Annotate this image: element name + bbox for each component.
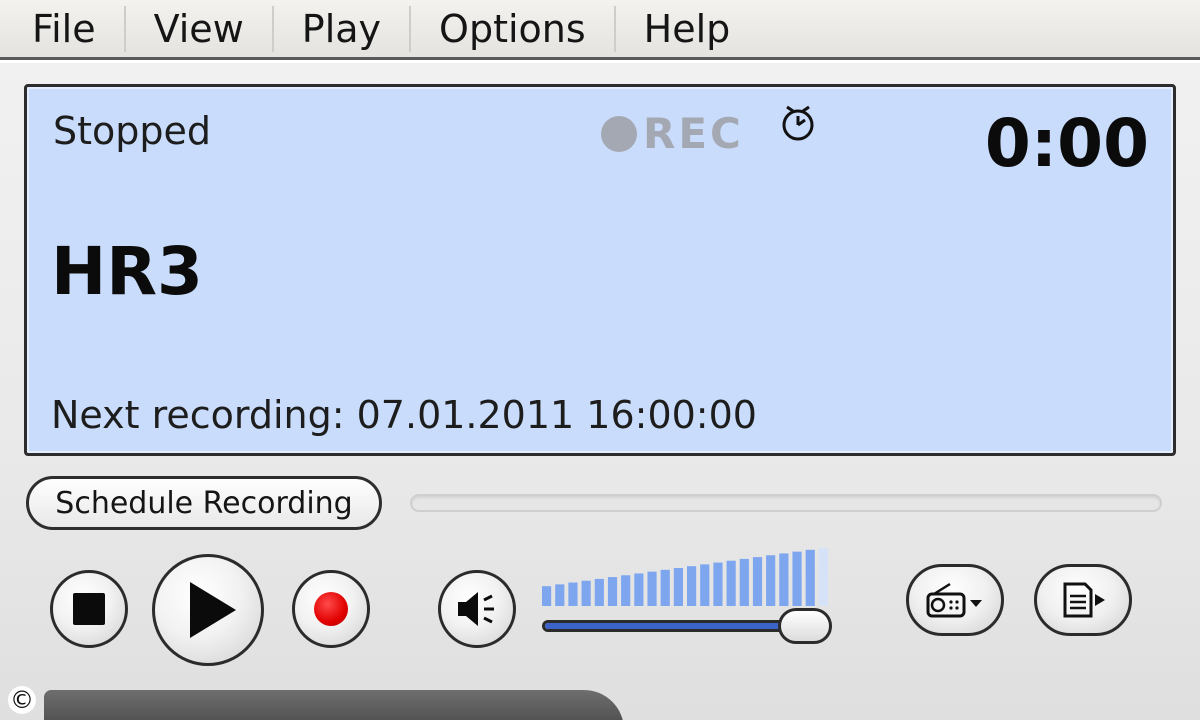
volume-bar	[752, 557, 763, 606]
copyright-mark: ©	[8, 686, 36, 714]
rec-indicator: REC	[601, 109, 744, 158]
playlist-button[interactable]	[1034, 564, 1132, 636]
volume-bar	[818, 548, 828, 606]
radio-icon	[926, 582, 982, 618]
volume-bar	[621, 575, 631, 606]
radio-menu-button[interactable]	[906, 564, 1004, 636]
volume-bar	[594, 578, 604, 606]
volume-bar	[726, 560, 736, 606]
volume-bar	[713, 562, 723, 606]
menu-help[interactable]: Help	[616, 6, 759, 52]
playlist-icon	[1063, 582, 1105, 618]
volume-bar	[673, 568, 683, 606]
volume-bar	[766, 555, 776, 606]
volume-bar	[700, 564, 710, 606]
volume-bar	[647, 571, 657, 606]
volume-bar	[634, 573, 644, 606]
volume-slider-thumb[interactable]	[778, 608, 832, 644]
volume-bar	[542, 586, 552, 606]
rec-dot-icon	[601, 115, 637, 152]
volume-bar	[805, 549, 815, 606]
progress-bar[interactable]	[410, 494, 1162, 512]
schedule-recording-button[interactable]: Schedule Recording	[26, 476, 382, 530]
status-display: Stopped REC 0:00 HR3 Next recording: 07.…	[24, 84, 1176, 456]
play-icon	[190, 582, 236, 638]
menu-options[interactable]: Options	[411, 5, 616, 52]
stop-button[interactable]	[50, 570, 128, 648]
volume-bar	[660, 569, 670, 606]
volume-bar	[687, 566, 697, 606]
volume-bar	[581, 580, 591, 606]
rec-label: REC	[643, 109, 744, 158]
volume-bar	[792, 551, 802, 606]
playback-status: Stopped	[53, 109, 212, 153]
menu-play[interactable]: Play	[274, 5, 412, 52]
speaker-icon	[458, 592, 494, 626]
volume-slider-fill	[545, 623, 803, 629]
menu-view[interactable]: View	[126, 5, 274, 52]
menu-bar: File View Play Options Help	[0, 0, 1200, 60]
station-name: HR3	[51, 233, 203, 310]
volume-bar	[739, 558, 749, 606]
volume-bar	[607, 577, 618, 606]
volume-bar	[779, 553, 789, 606]
elapsed-time: 0:00	[984, 105, 1149, 182]
record-icon	[314, 592, 348, 626]
play-button[interactable]	[152, 554, 264, 666]
bottom-tab	[44, 690, 624, 720]
volume-bar	[555, 584, 565, 606]
volume-level-bars	[542, 548, 828, 606]
mute-button[interactable]	[438, 570, 516, 648]
record-button[interactable]	[292, 570, 370, 648]
menu-file[interactable]: File	[0, 5, 126, 52]
volume-bar	[568, 582, 578, 606]
next-recording-info: Next recording: 07.01.2011 16:00:00	[51, 393, 757, 437]
stop-icon	[73, 593, 105, 625]
alarm-clock-icon	[782, 105, 814, 141]
